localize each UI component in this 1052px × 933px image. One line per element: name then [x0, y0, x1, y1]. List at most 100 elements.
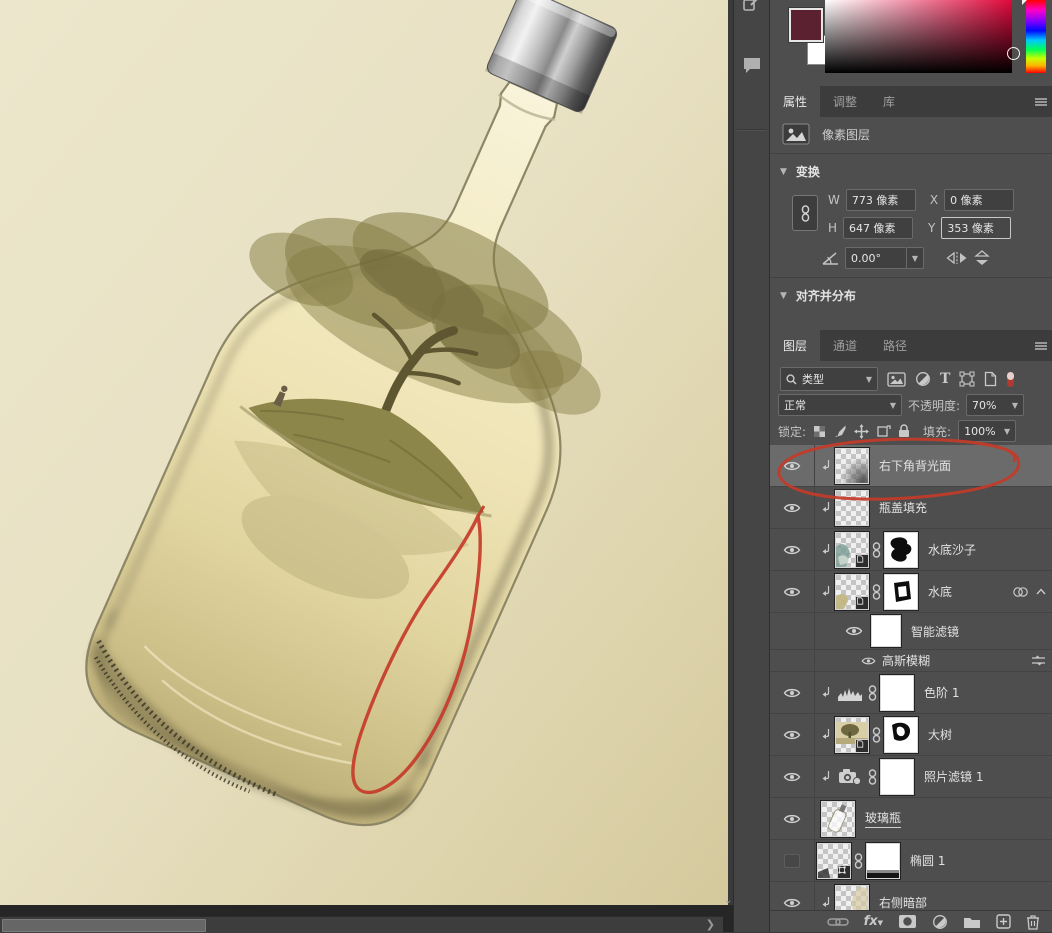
visibility-eye-icon[interactable]	[770, 445, 815, 486]
new-adjustment-layer-icon[interactable]	[932, 914, 948, 930]
smart-filters-label[interactable]: 智能滤镜	[911, 623, 959, 640]
visibility-eye-icon[interactable]	[770, 756, 815, 797]
levels-adjustment-icon[interactable]	[835, 684, 865, 702]
y-field[interactable]: 353 像素	[941, 217, 1012, 239]
layer-row[interactable]: 大树	[770, 714, 1052, 756]
filter-name[interactable]: 高斯模糊	[882, 652, 930, 669]
layer-thumbnail[interactable]	[834, 446, 870, 485]
layer-row[interactable]: 右侧暗部	[770, 882, 1052, 910]
flip-vertical-icon[interactable]	[974, 250, 990, 266]
saturation-brightness-field[interactable]	[825, 0, 1020, 73]
collapse-chevron-icon[interactable]: ⌄	[724, 895, 732, 906]
tab-adjustments[interactable]: 调整	[820, 86, 870, 117]
scroll-right-arrow[interactable]: ❯	[706, 918, 715, 931]
layer-name[interactable]: 水底	[928, 583, 952, 600]
layer-row[interactable]: 玻璃瓶	[770, 798, 1052, 840]
smart-object-thumbnail[interactable]	[834, 715, 870, 754]
visibility-eye-icon[interactable]	[845, 625, 863, 637]
tab-properties[interactable]: 属性	[770, 86, 821, 117]
link-dimensions-button[interactable]	[792, 195, 818, 231]
layer-name[interactable]: 色阶 1	[924, 684, 959, 701]
visibility-eye-icon[interactable]	[770, 882, 815, 910]
filter-type-layers-icon[interactable]: T	[940, 371, 950, 387]
layer-row[interactable]: 瓶盖填充	[770, 487, 1052, 529]
transform-section-header[interactable]: ▼ 变换	[780, 163, 820, 180]
layer-style-fx-icon[interactable]: fx▼	[864, 914, 883, 929]
rotation-angle-field[interactable]: 0.00°	[845, 247, 907, 269]
smart-filter-item-row[interactable]: 高斯模糊	[770, 650, 1052, 672]
layer-name[interactable]: 右下角背光面	[879, 457, 951, 474]
vector-mask-thumbnail[interactable]	[865, 841, 901, 880]
layer-row[interactable]: 色阶 1	[770, 672, 1052, 714]
collapse-smart-filters-chevron[interactable]	[1036, 588, 1046, 595]
layer-mask-thumbnail[interactable]	[879, 757, 915, 796]
layer-thumbnail[interactable]	[834, 488, 870, 527]
angle-dropdown-button[interactable]: ▼	[907, 247, 924, 269]
width-field[interactable]: 773 像素	[845, 189, 916, 211]
opacity-value[interactable]: 70% ▼	[966, 394, 1025, 416]
new-layer-icon[interactable]	[996, 914, 1011, 929]
layer-row[interactable]: 水底	[770, 571, 1052, 613]
layer-name[interactable]: 水底沙子	[928, 541, 976, 558]
visibility-eye-empty[interactable]	[770, 840, 815, 881]
layer-mask-thumbnail[interactable]	[883, 572, 919, 611]
scrollbar-thumb[interactable]	[2, 919, 206, 932]
smart-filters-row[interactable]: 智能滤镜	[770, 613, 1052, 650]
layer-name[interactable]: 右侧暗部	[879, 894, 927, 910]
edit-tool-icon[interactable]	[742, 0, 762, 14]
lock-transparent-icon[interactable]	[813, 425, 826, 438]
add-layer-mask-icon[interactable]	[898, 914, 917, 929]
layer-name[interactable]: 椭圆 1	[910, 852, 945, 869]
lock-all-icon[interactable]	[898, 424, 910, 438]
layer-row-selected[interactable]: 右下角背光面	[770, 445, 1052, 487]
visibility-eye-icon[interactable]	[770, 798, 815, 839]
hue-slider-marker[interactable]	[1022, 0, 1028, 5]
layer-filter-select[interactable]: 类型 ▼	[780, 367, 878, 391]
align-distribute-header[interactable]: ▼ 对齐并分布	[780, 287, 856, 304]
color-cursor[interactable]	[1007, 47, 1020, 60]
layer-mask-thumbnail[interactable]	[883, 715, 919, 754]
visibility-eye-icon[interactable]	[770, 487, 815, 528]
shape-layer-thumbnail[interactable]	[816, 841, 852, 880]
filter-shape-layers-icon[interactable]	[959, 371, 975, 387]
smart-filter-indicator-icon[interactable]	[1012, 586, 1032, 598]
lock-position-icon[interactable]	[854, 423, 870, 439]
height-field[interactable]: 647 像素	[843, 217, 914, 239]
layer-thumbnail[interactable]	[820, 799, 856, 838]
layer-row[interactable]: 水底沙子	[770, 529, 1052, 571]
lock-pixels-brush-icon[interactable]	[833, 424, 847, 438]
visibility-eye-icon[interactable]	[770, 714, 815, 755]
blend-mode-select[interactable]: 正常 ▼	[778, 394, 902, 416]
tab-layers[interactable]: 图层	[770, 330, 821, 361]
layer-row[interactable]: 照片滤镜 1	[770, 756, 1052, 798]
layer-name[interactable]: 玻璃瓶	[865, 809, 902, 828]
new-group-folder-icon[interactable]	[963, 915, 981, 929]
layer-thumbnail[interactable]	[834, 883, 870, 910]
filter-pixel-layers-icon[interactable]	[887, 371, 906, 387]
photo-filter-adjustment-icon[interactable]	[835, 767, 865, 786]
horizontal-scrollbar[interactable]: ❯	[0, 916, 723, 933]
lock-artboard-icon[interactable]	[876, 424, 891, 438]
visibility-eye-icon[interactable]	[770, 529, 815, 570]
tab-channels[interactable]: 通道	[820, 330, 870, 361]
foreground-color-swatch[interactable]	[788, 7, 824, 43]
visibility-eye-icon[interactable]	[861, 656, 876, 666]
flip-horizontal-icon[interactable]	[946, 251, 968, 265]
filter-smart-objects-icon[interactable]	[984, 371, 997, 387]
smart-object-thumbnail[interactable]	[834, 572, 870, 611]
filter-blending-options-icon[interactable]	[1031, 655, 1046, 666]
smart-filter-mask-thumbnail[interactable]	[870, 614, 902, 648]
fill-value[interactable]: 100% ▼	[958, 420, 1017, 442]
x-field[interactable]: 0 像素	[944, 189, 1015, 211]
link-layers-icon[interactable]	[826, 917, 849, 927]
layer-name[interactable]: 照片滤镜 1	[924, 768, 983, 785]
filter-adjustment-layers-icon[interactable]	[915, 371, 931, 387]
tab-paths[interactable]: 路径	[870, 330, 920, 361]
document-canvas[interactable]	[0, 0, 728, 905]
delete-layer-trash-icon[interactable]	[1026, 914, 1040, 930]
visibility-eye-icon[interactable]	[770, 571, 815, 612]
layer-name[interactable]: 瓶盖填充	[879, 499, 927, 516]
visibility-eye-icon[interactable]	[770, 672, 815, 713]
layer-name[interactable]: 大树	[928, 726, 952, 743]
filter-toggle-pin-icon[interactable]	[1006, 371, 1015, 388]
